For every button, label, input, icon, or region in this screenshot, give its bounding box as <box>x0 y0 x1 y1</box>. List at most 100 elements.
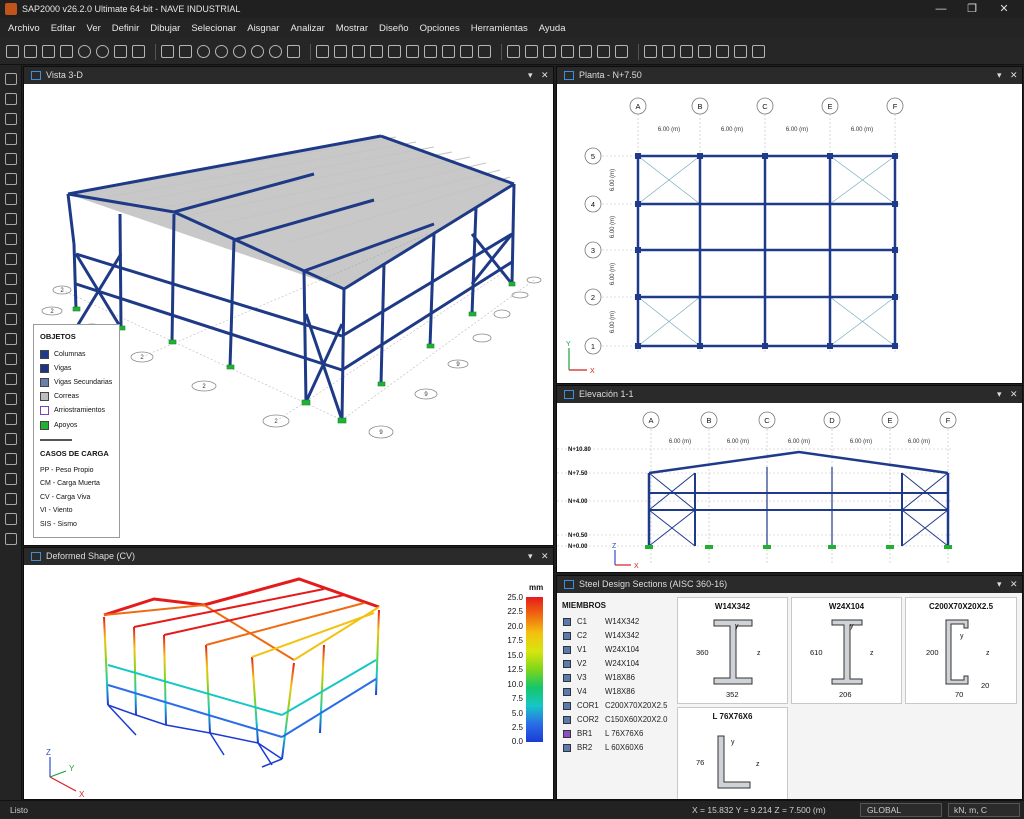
maximize-button[interactable]: ❐ <box>956 0 988 18</box>
select-all-icon[interactable] <box>5 333 17 345</box>
rubber-band-zoom-icon[interactable] <box>179 45 192 58</box>
assign-section-icon[interactable] <box>716 45 729 58</box>
quick-draw-secondary-beam-icon[interactable] <box>5 193 17 205</box>
set-intersecting-line-icon[interactable] <box>5 393 17 405</box>
section-card-c200x70[interactable]: C200X70X20X2.5 200 70 20 y z <box>905 597 1017 704</box>
assign-restraint-icon[interactable] <box>698 45 711 58</box>
units-select[interactable]: kN, m, C <box>948 803 1020 817</box>
draw-rectangular-area-icon[interactable] <box>5 233 17 245</box>
panel-menu-button[interactable]: ▾ <box>997 67 1002 84</box>
snap-ends-icon[interactable] <box>5 433 17 445</box>
zoom-in-icon[interactable] <box>197 45 210 58</box>
member-row[interactable]: V4 W18X86 <box>563 685 635 699</box>
pointer-select-icon[interactable] <box>5 73 17 85</box>
menu-analizar[interactable]: Analizar <box>290 23 324 34</box>
quick-draw-brace-icon[interactable] <box>5 173 17 185</box>
design-check-icon[interactable] <box>615 45 628 58</box>
member-row[interactable]: V2 W24X104 <box>563 657 639 671</box>
menu-definir[interactable]: Definir <box>112 23 139 34</box>
view-3d-icon[interactable] <box>316 45 329 58</box>
plan-canvas[interactable]: A B C E F 5 4 3 2 1 6.00 (m) 6.00 (m) 6.… <box>557 84 1022 383</box>
panel-close-button[interactable]: ✕ <box>1010 67 1018 84</box>
move-up-icon[interactable] <box>424 45 437 58</box>
refresh-view-icon[interactable] <box>114 45 127 58</box>
quick-draw-frame-icon[interactable] <box>5 153 17 165</box>
undo-icon[interactable] <box>78 45 91 58</box>
menu-dibujar[interactable]: Dibujar <box>150 23 180 34</box>
panel-close-button[interactable]: ✕ <box>541 67 549 84</box>
snap-options-icon[interactable] <box>5 533 17 545</box>
draw-area-icon[interactable] <box>5 213 17 225</box>
zoom-window-icon[interactable] <box>269 45 282 58</box>
pan-icon[interactable] <box>287 45 300 58</box>
elevation-canvas[interactable]: A B C D E F 6.00 (m) 6.00 (m) 6.00 (m) 6… <box>557 403 1022 572</box>
zoom-out-icon[interactable] <box>215 45 228 58</box>
draw-special-joint-icon[interactable] <box>680 45 693 58</box>
lock-model-icon[interactable] <box>132 45 145 58</box>
section-card-w14x342[interactable]: W14X342 360 352 y z <box>677 597 788 704</box>
menu-herramientas[interactable]: Herramientas <box>471 23 528 34</box>
draw-joint-icon[interactable] <box>5 113 17 125</box>
snap-points-icon[interactable] <box>5 413 17 425</box>
section-card-w24x104[interactable]: W24X104 610 206 y z <box>791 597 902 704</box>
zoom-fit-icon[interactable] <box>233 45 246 58</box>
member-row[interactable]: C1 W14X342 <box>563 615 639 629</box>
joint-reactions-icon[interactable] <box>561 45 574 58</box>
reshape-icon[interactable] <box>5 93 17 105</box>
member-row[interactable]: C2 W14X342 <box>563 629 639 643</box>
menu-ayuda[interactable]: Ayuda <box>539 23 566 34</box>
options-dropdown-icon[interactable] <box>752 45 765 58</box>
run-analysis-icon[interactable] <box>161 45 174 58</box>
section-card-l76x76[interactable]: L 76X76X6 76 76 y z <box>677 707 788 799</box>
frame-diagrams-icon[interactable] <box>543 45 556 58</box>
menu-mostrar[interactable]: Mostrar <box>336 23 368 34</box>
assign-load-icon[interactable] <box>734 45 747 58</box>
design-steel-icon[interactable] <box>597 45 610 58</box>
open-model-icon[interactable] <box>24 45 37 58</box>
menu-diseno[interactable]: Diseño <box>379 23 409 34</box>
snap-lines-icon[interactable] <box>5 493 17 505</box>
panel-menu-button[interactable]: ▾ <box>997 386 1002 403</box>
draw-link-icon[interactable] <box>5 313 17 325</box>
redo-icon[interactable] <box>96 45 109 58</box>
show-forces-icon[interactable] <box>525 45 538 58</box>
view-yz-icon[interactable] <box>370 45 383 58</box>
rotate-view-icon[interactable] <box>388 45 401 58</box>
panel-menu-button[interactable]: ▾ <box>528 548 533 565</box>
close-window-button[interactable]: ✕ <box>988 0 1020 18</box>
deformed-canvas[interactable]: Z Y X <box>24 565 504 799</box>
save-model-icon[interactable] <box>42 45 55 58</box>
draw-frame-icon[interactable] <box>644 45 657 58</box>
move-down-icon[interactable] <box>442 45 455 58</box>
view-xy-icon[interactable] <box>334 45 347 58</box>
menu-editar[interactable]: Editar <box>51 23 76 34</box>
draw-frame-tool-icon[interactable] <box>5 133 17 145</box>
menu-opciones[interactable]: Opciones <box>420 23 460 34</box>
new-model-icon[interactable] <box>6 45 19 58</box>
snap-intersection-icon[interactable] <box>5 453 17 465</box>
show-undeformed-icon[interactable] <box>460 45 473 58</box>
coordinate-system-select[interactable]: GLOBAL <box>860 803 942 817</box>
draw-section-cut-icon[interactable] <box>5 293 17 305</box>
panel-close-button[interactable]: ✕ <box>1010 576 1018 593</box>
menu-archivo[interactable]: Archivo <box>8 23 40 34</box>
panel-menu-button[interactable]: ▾ <box>997 576 1002 593</box>
section-cut-icon[interactable] <box>579 45 592 58</box>
display-options-icon[interactable] <box>478 45 491 58</box>
draw-brace-icon[interactable] <box>662 45 675 58</box>
zoom-previous-icon[interactable] <box>251 45 264 58</box>
menu-ver[interactable]: Ver <box>87 23 101 34</box>
view-xz-icon[interactable] <box>352 45 365 58</box>
member-row[interactable]: COR1 C200X70X20X2.5 <box>563 699 667 713</box>
member-row[interactable]: V1 W24X104 <box>563 643 639 657</box>
menu-asignar[interactable]: Aisgnar <box>247 23 279 34</box>
perspective-toggle-icon[interactable] <box>406 45 419 58</box>
clear-selection-icon[interactable] <box>5 373 17 385</box>
minimize-button[interactable]: — <box>925 0 957 18</box>
panel-menu-button[interactable]: ▾ <box>528 67 533 84</box>
menu-selecionar[interactable]: Selecionar <box>191 23 236 34</box>
get-previous-selection-icon[interactable] <box>5 353 17 365</box>
quick-draw-area-icon[interactable] <box>5 253 17 265</box>
snap-fine-grid-icon[interactable] <box>5 513 17 525</box>
print-icon[interactable] <box>60 45 73 58</box>
